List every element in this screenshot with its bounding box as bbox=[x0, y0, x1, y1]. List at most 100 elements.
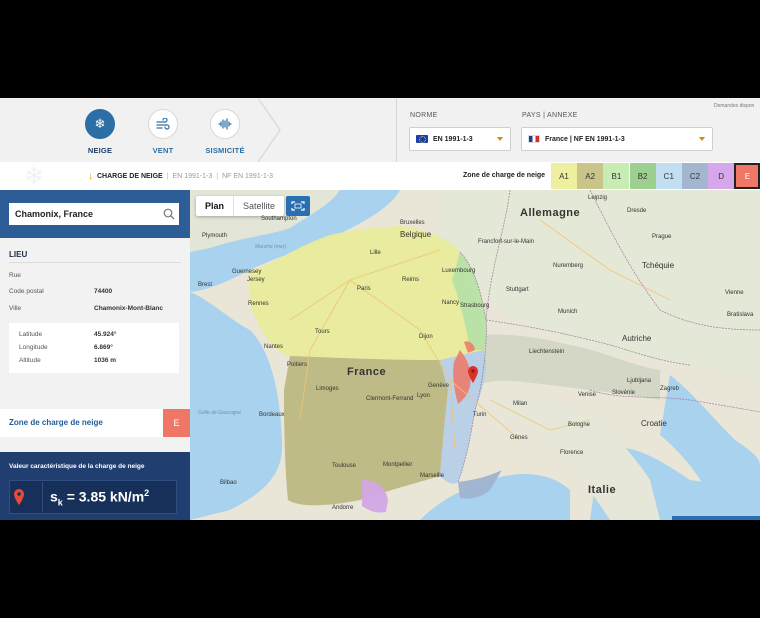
pays-select-value: France | NF EN 1991-1-3 bbox=[545, 135, 625, 143]
map-label-clermont: Clermont-Ferrand bbox=[366, 396, 414, 402]
zone-chip-d[interactable]: D bbox=[708, 163, 735, 189]
map-label-andorre: Andorre bbox=[332, 505, 354, 511]
pays-select[interactable]: France | NF EN 1991-1-3 bbox=[521, 127, 713, 151]
map-label-montpellier: Montpellier bbox=[383, 462, 413, 468]
map-label-bologne: Bologne bbox=[568, 422, 591, 428]
map-label-poitiers: Poitiers bbox=[287, 362, 308, 368]
latitude-label: Latitude bbox=[19, 331, 43, 338]
map-label-bratislava: Bratislava bbox=[727, 312, 754, 318]
map-label-jersey: Jersey bbox=[247, 277, 265, 283]
map-label-munich: Munich bbox=[558, 309, 578, 315]
chevron-separator-icon bbox=[258, 98, 281, 162]
demandes-link[interactable]: Demandes dispon bbox=[714, 103, 754, 109]
map-label-bordeaux: Bordeaux bbox=[259, 412, 285, 418]
map-label-bilbao: Bilbao bbox=[220, 480, 237, 486]
hazard-tab-neige[interactable]: ❄ NEIGE bbox=[70, 109, 130, 155]
code-postal-label: Code postal bbox=[9, 288, 44, 295]
map-label-gascogne: Golfe de Gascogne bbox=[198, 410, 242, 416]
map-label-brest: Brest bbox=[198, 282, 213, 288]
search-icon[interactable] bbox=[163, 208, 175, 220]
map-label-toulouse: Toulouse bbox=[332, 463, 357, 469]
map-label-prague: Prague bbox=[652, 234, 672, 240]
map-label-limoges: Limoges bbox=[316, 386, 339, 392]
zone-result-label: Zone de charge de neige bbox=[9, 418, 103, 427]
pays-label: PAYS | ANNEXE bbox=[522, 112, 578, 119]
map-label-croatie: Croatie bbox=[641, 419, 667, 428]
fullscreen-button[interactable] bbox=[286, 196, 310, 216]
zone-chip-a2[interactable]: A2 bbox=[577, 163, 604, 189]
zone-result-badge: E bbox=[163, 409, 190, 437]
map-label-geneve: Genève bbox=[428, 383, 450, 389]
zone-chip-c2[interactable]: C2 bbox=[682, 163, 708, 189]
map-label-turin: Turin bbox=[473, 412, 487, 418]
zone-result-row: Zone de charge de neige E bbox=[0, 409, 190, 437]
map-label-allemagne: Allemagne bbox=[520, 207, 581, 219]
zone-chip-e[interactable]: E bbox=[734, 163, 760, 189]
map-label-paris: Paris bbox=[357, 286, 371, 292]
breadcrumb-item[interactable]: EN 1991-1-3 bbox=[173, 173, 213, 180]
map-label-guernesey: Guernesey bbox=[232, 269, 262, 275]
map-label-luxembourg: Luxembourg bbox=[442, 268, 476, 274]
top-toolbar: ❄ NEIGE VENT SISMICITÉ NORME EN 1991-1-3… bbox=[0, 98, 760, 162]
map-label-dresde: Dresde bbox=[627, 208, 647, 214]
longitude-value: 6.869° bbox=[94, 344, 113, 351]
map-label-milan: Milan bbox=[513, 401, 528, 407]
map-label-bruxelles: Bruxelles bbox=[400, 220, 425, 226]
rue-label: Rue bbox=[9, 272, 21, 279]
map-label-slovenie: Slovénie bbox=[612, 390, 636, 396]
map-label-reims: Reims bbox=[402, 277, 420, 283]
map-label-strasbourg: Strasbourg bbox=[460, 303, 490, 309]
zone-legend-label: Zone de charge de neige bbox=[463, 172, 546, 179]
norme-select[interactable]: EN 1991-1-3 bbox=[409, 127, 511, 151]
map-label-florence: Florence bbox=[560, 450, 584, 456]
map-label-rennes: Rennes bbox=[248, 301, 269, 307]
map-label-zagreb: Zagreb bbox=[660, 386, 680, 392]
ville-label: Ville bbox=[9, 305, 22, 312]
result-box: Valeur caractéristique de la charge de n… bbox=[0, 452, 190, 520]
map-label-vienne: Vienne bbox=[725, 290, 744, 296]
snowflake-icon: ❄ bbox=[85, 109, 115, 139]
zone-chip-a1[interactable]: A1 bbox=[551, 163, 577, 189]
norme-select-value: EN 1991-1-3 bbox=[433, 135, 473, 143]
search-input[interactable] bbox=[9, 203, 179, 225]
search-bar bbox=[0, 190, 190, 238]
zone-chip-c1[interactable]: C1 bbox=[655, 163, 682, 189]
map-label-nuremberg: Nuremberg bbox=[553, 263, 584, 269]
map-label-lille: Lille bbox=[370, 250, 381, 256]
map-label-liechtenstein: Liechtenstein bbox=[529, 349, 565, 355]
chevron-down-icon bbox=[699, 137, 705, 141]
breadcrumb-current: CHARGE DE NEIGE bbox=[97, 173, 163, 180]
breadcrumb-bar: ❄ ↓ CHARGE DE NEIGE | EN 1991-1-3 | NF E… bbox=[0, 162, 760, 190]
breadcrumb-item[interactable]: NF EN 1991-1-3 bbox=[222, 173, 273, 180]
code-postal-value: 74400 bbox=[94, 288, 113, 295]
map-label-stuttgart: Stuttgart bbox=[506, 287, 529, 293]
france-flag-icon bbox=[528, 135, 540, 143]
map-label-france: France bbox=[347, 366, 387, 378]
map-pin-icon bbox=[14, 489, 24, 505]
map-label-francfort: Francfort-sur-le-Main bbox=[478, 239, 535, 245]
altitude-label: Altitude bbox=[19, 357, 41, 364]
snow-zone-map[interactable]: Plan Satellite Allemagne France Belgique… bbox=[190, 190, 760, 520]
map-label-venise: Venise bbox=[578, 392, 597, 398]
hazard-label-sismicite: SISMICITÉ bbox=[205, 146, 245, 155]
fullscreen-icon bbox=[291, 201, 305, 211]
map-label-tours: Tours bbox=[315, 329, 330, 335]
map-label-marseille: Marseille bbox=[420, 473, 445, 479]
map-label-lyon: Lyon bbox=[417, 393, 430, 399]
ville-value: Chamonix-Mont-Blanc bbox=[94, 305, 163, 312]
map-type-tabs: Plan Satellite bbox=[196, 196, 285, 216]
map-label-southampton: Southampton bbox=[261, 216, 297, 222]
map-label-italie: Italie bbox=[588, 484, 617, 496]
zone-chip-b2[interactable]: B2 bbox=[629, 163, 656, 189]
divider bbox=[9, 262, 181, 263]
hazard-label-vent: VENT bbox=[152, 146, 174, 155]
map-label-tchequie: Tchéquie bbox=[642, 261, 675, 270]
snowflake-decor-icon: ❄ bbox=[24, 163, 45, 190]
map-label-manche: Manche (mer) bbox=[255, 244, 287, 250]
tab-plan[interactable]: Plan bbox=[196, 196, 233, 216]
hazard-tab-vent[interactable]: VENT bbox=[133, 109, 193, 155]
longitude-label: Longitude bbox=[19, 344, 48, 351]
zone-chip-b1[interactable]: B1 bbox=[603, 163, 630, 189]
hazard-tab-sismicite[interactable]: SISMICITÉ bbox=[195, 109, 255, 155]
tab-satellite[interactable]: Satellite bbox=[233, 196, 284, 216]
